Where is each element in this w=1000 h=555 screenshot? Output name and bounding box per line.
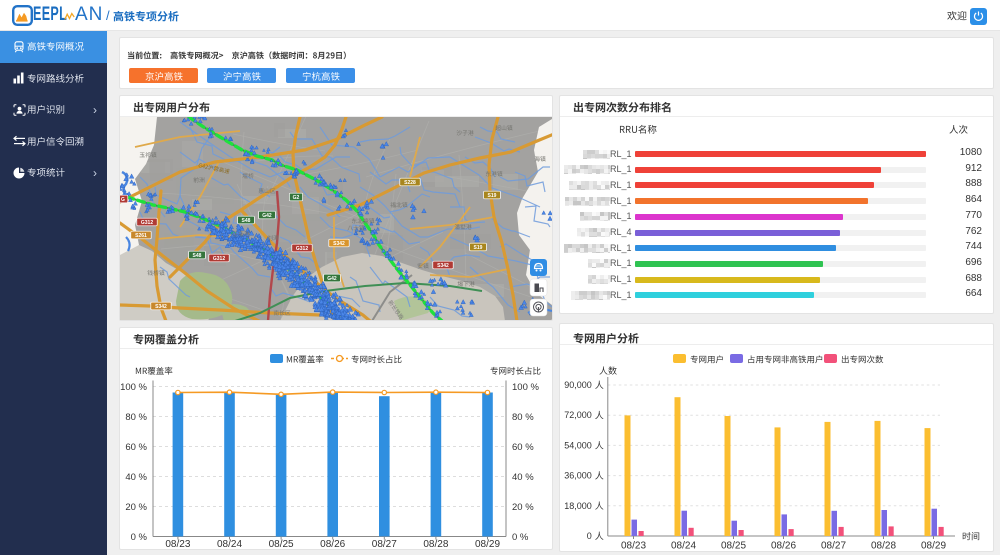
svg-text:20 %: 20 % <box>125 502 147 513</box>
svg-text:08/24: 08/24 <box>671 541 696 552</box>
svg-text:08/25: 08/25 <box>721 541 746 552</box>
svg-text:S19: S19 <box>488 193 497 199</box>
svg-text:40 %: 40 % <box>512 472 534 483</box>
svg-text:G312: G312 <box>141 220 153 226</box>
svg-text:80 %: 80 % <box>512 412 534 423</box>
svg-text:G42: G42 <box>262 213 272 219</box>
svg-text:08/24: 08/24 <box>217 539 242 549</box>
svg-text:08/27: 08/27 <box>821 541 846 552</box>
svg-text:S228: S228 <box>404 180 416 186</box>
svg-text:100 %: 100 % <box>120 382 147 393</box>
svg-text:G2: G2 <box>293 195 300 201</box>
svg-text:S342: S342 <box>155 304 167 310</box>
svg-text:S261: S261 <box>135 233 147 239</box>
svg-text:S48: S48 <box>193 253 202 259</box>
svg-text:08/23: 08/23 <box>165 539 190 549</box>
svg-text:S342: S342 <box>437 263 449 269</box>
svg-text:08/29: 08/29 <box>475 539 500 549</box>
svg-text:08/28: 08/28 <box>871 541 896 552</box>
svg-text:S19: S19 <box>474 245 483 251</box>
svg-text:0 %: 0 % <box>512 532 529 543</box>
svg-text:S48: S48 <box>242 218 251 224</box>
svg-text:40 %: 40 % <box>125 472 147 483</box>
svg-text:S342: S342 <box>333 241 345 247</box>
svg-text:08/28: 08/28 <box>423 539 448 549</box>
svg-text:0 %: 0 % <box>131 532 148 543</box>
svg-text:100 %: 100 % <box>512 382 539 393</box>
svg-text:08/23: 08/23 <box>621 541 646 552</box>
svg-text:60 %: 60 % <box>512 442 534 453</box>
svg-text:G42: G42 <box>327 276 337 282</box>
svg-text:08/25: 08/25 <box>269 539 294 549</box>
svg-text:08/26: 08/26 <box>320 539 345 549</box>
svg-text:72,000: 72,000 <box>564 410 592 420</box>
svg-text:G: G <box>121 197 125 203</box>
svg-text:08/27: 08/27 <box>372 539 397 549</box>
svg-text:0: 0 <box>587 531 592 541</box>
svg-text:54,000: 54,000 <box>564 440 592 450</box>
svg-text:60 %: 60 % <box>125 442 147 453</box>
svg-text:90,000: 90,000 <box>564 380 592 390</box>
svg-text:G312: G312 <box>213 256 225 262</box>
svg-text:20 %: 20 % <box>512 502 534 513</box>
svg-text:G312: G312 <box>296 246 308 252</box>
svg-text:36,000: 36,000 <box>564 471 592 481</box>
svg-text:08/29: 08/29 <box>921 541 946 552</box>
svg-text:80 %: 80 % <box>125 412 147 423</box>
svg-text:18,000: 18,000 <box>564 501 592 511</box>
svg-text:08/26: 08/26 <box>771 541 796 552</box>
